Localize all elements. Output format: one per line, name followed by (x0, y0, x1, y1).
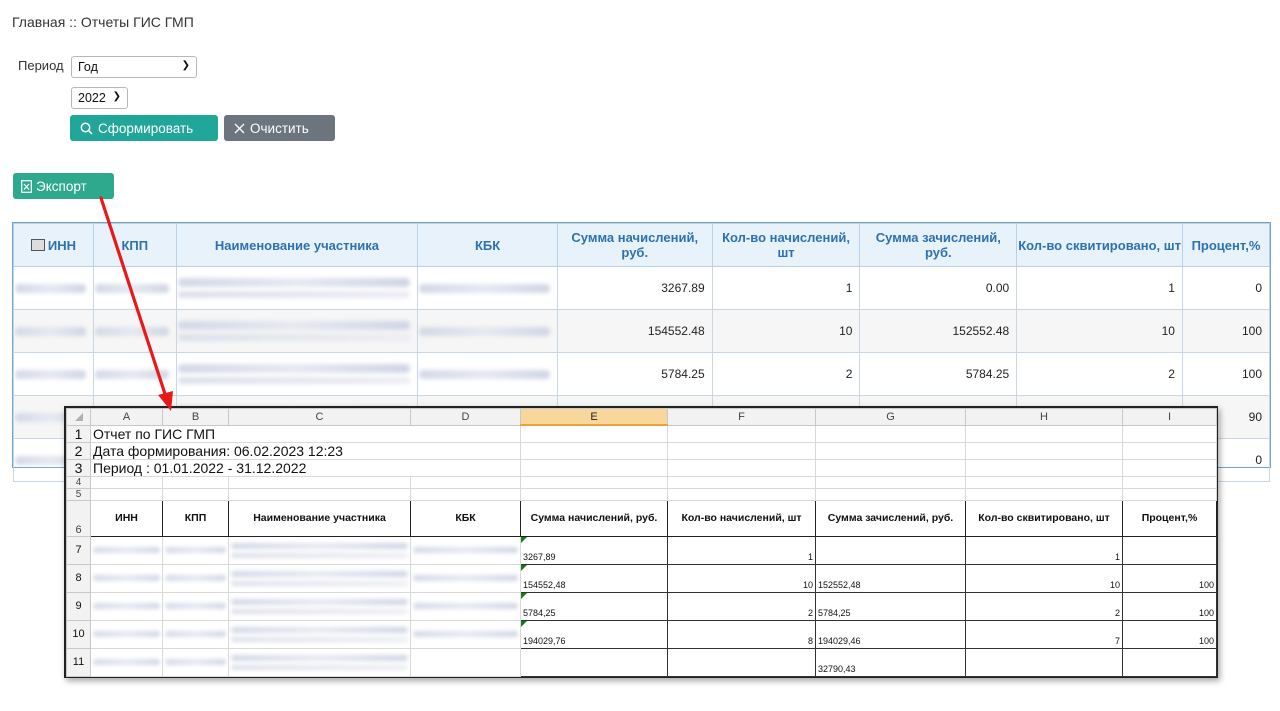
annotation-arrow (99, 196, 173, 411)
